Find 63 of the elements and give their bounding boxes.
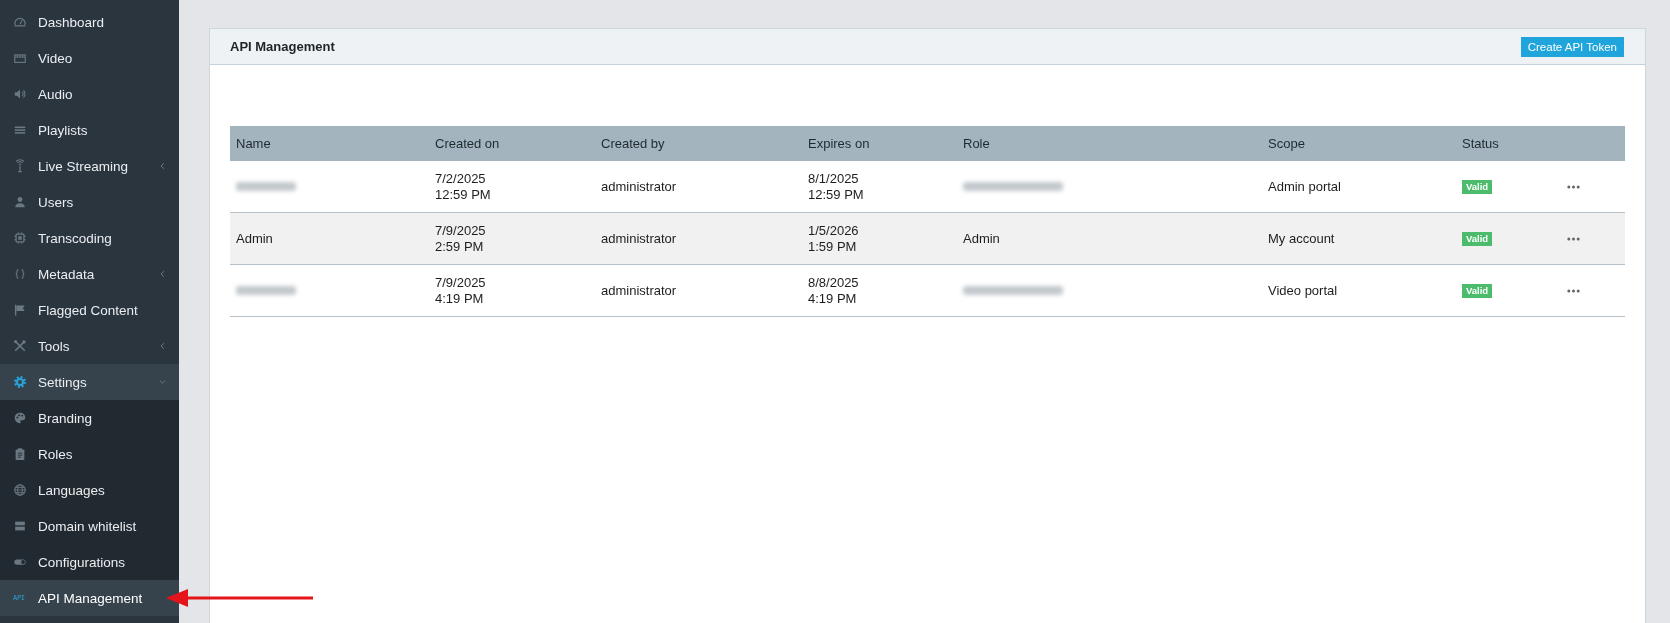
more-icon[interactable] xyxy=(1567,184,1580,189)
column-header: Scope xyxy=(1268,136,1305,151)
sidebar-item[interactable]: Live Streaming xyxy=(0,148,179,184)
column-header: Name xyxy=(236,136,271,151)
chevron-left-icon xyxy=(159,270,166,278)
expiry-date: 8/1/2025 12:59 PM xyxy=(808,170,864,203)
column-header: Created on xyxy=(435,136,500,151)
sidebar-item[interactable]: Video xyxy=(0,40,179,76)
created-date: 7/2/2025 12:59 PM xyxy=(435,170,491,203)
palette-icon xyxy=(13,411,27,425)
chevron-down-icon xyxy=(159,378,166,386)
chip-icon xyxy=(13,231,27,245)
sidebar-item[interactable]: Configurations xyxy=(0,544,179,580)
expiry-date: 8/8/2025 4:19 PM xyxy=(808,274,859,307)
column-header: Status xyxy=(1462,136,1499,151)
created-date: 7/9/2025 2:59 PM xyxy=(435,222,486,255)
sidebar-item[interactable]: Dashboard xyxy=(0,4,179,40)
chevron-left-icon xyxy=(159,342,166,350)
more-icon[interactable] xyxy=(1567,236,1580,241)
creator-name: administrator xyxy=(601,282,677,299)
sidebar-item[interactable]: Roles xyxy=(0,436,179,472)
sidebar-item[interactable]: Flagged Content xyxy=(0,292,179,328)
expiry-date: 1/5/2026 1:59 PM xyxy=(808,222,859,255)
settings-icon xyxy=(13,375,27,389)
sidebar-item[interactable]: Branding xyxy=(0,400,179,436)
role-name: Admin xyxy=(963,230,1000,247)
panel-title: API Management xyxy=(230,39,335,54)
creator-name: administrator xyxy=(601,230,677,247)
sidebar-item[interactable]: Languages xyxy=(0,472,179,508)
globe-icon xyxy=(13,483,27,497)
flag-icon xyxy=(13,303,27,317)
status-badge: Valid xyxy=(1462,283,1493,298)
more-icon[interactable] xyxy=(1567,288,1580,293)
person-icon xyxy=(13,195,27,209)
chevron-left-icon xyxy=(159,162,166,170)
sidebar-item[interactable]: Domain whitelist xyxy=(0,508,179,544)
tools-icon xyxy=(13,339,27,353)
column-header: Expires on xyxy=(808,136,870,151)
token-name: Admin xyxy=(236,230,273,247)
server-icon xyxy=(13,519,27,533)
braces-icon xyxy=(13,267,27,281)
sidebar-item[interactable]: Transcoding xyxy=(0,220,179,256)
status-badge: Valid xyxy=(1462,231,1493,246)
sidebar-item[interactable]: Tools xyxy=(0,328,179,364)
sidebar-item[interactable]: Settings xyxy=(0,364,179,400)
gauge-icon xyxy=(13,15,27,29)
creator-name: administrator xyxy=(601,178,677,195)
sidebar-item[interactable]: Users xyxy=(0,184,179,220)
antenna-icon xyxy=(13,159,27,173)
scope-name: Admin portal xyxy=(1268,178,1341,195)
speaker-icon xyxy=(13,87,27,101)
status-badge: Valid xyxy=(1462,179,1493,194)
table-row[interactable]: Admin 7/9/2025 2:59 PM administrator 1/5/2026 1:59 PM Admin My account Valid xyxy=(230,213,1625,265)
sidebar-item[interactable]: Playlists xyxy=(0,112,179,148)
created-date: 7/9/2025 4:19 PM xyxy=(435,274,486,307)
column-header: Role xyxy=(963,136,990,151)
sidebar-item[interactable]: Audio xyxy=(0,76,179,112)
clipboard-icon xyxy=(13,447,27,461)
scope-name: My account xyxy=(1268,230,1335,247)
column-header: Created by xyxy=(601,136,665,151)
film-icon xyxy=(13,51,27,65)
sidebar-item[interactable]: Metadata xyxy=(0,256,179,292)
scope-name: Video portal xyxy=(1268,282,1338,299)
